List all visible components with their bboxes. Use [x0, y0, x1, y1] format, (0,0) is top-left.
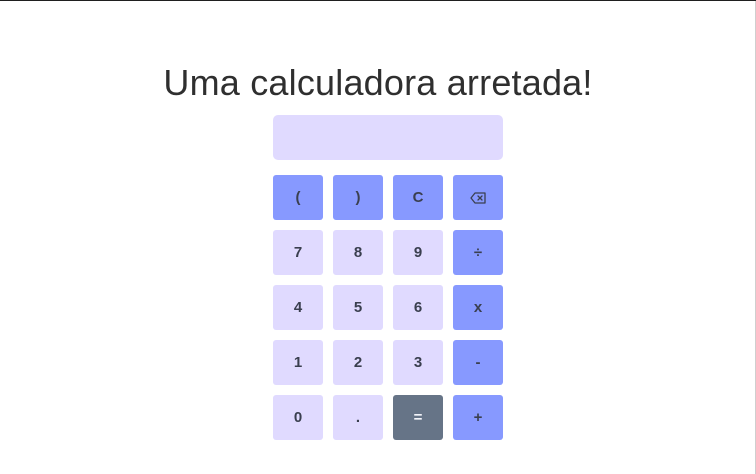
clear-button[interactable]: C [393, 175, 443, 220]
digit-7-button[interactable]: 7 [273, 230, 323, 275]
digit-8-button[interactable]: 8 [333, 230, 383, 275]
backspace-button[interactable] [453, 175, 503, 220]
digit-1-button[interactable]: 1 [273, 340, 323, 385]
page-title: Uma calculadora arretada! [163, 62, 593, 104]
digit-0-button[interactable]: 0 [273, 395, 323, 440]
digit-3-button[interactable]: 3 [393, 340, 443, 385]
digit-6-button[interactable]: 6 [393, 285, 443, 330]
minus-button[interactable]: - [453, 340, 503, 385]
open-parenthesis-button[interactable]: ( [273, 175, 323, 220]
divide-button[interactable]: ÷ [453, 230, 503, 275]
calculator-keypad: ( ) C 7 8 9 ÷ 4 5 6 x 1 2 3 - 0 . = + [273, 175, 503, 440]
digit-2-button[interactable]: 2 [333, 340, 383, 385]
digit-5-button[interactable]: 5 [333, 285, 383, 330]
calculator-display [273, 115, 503, 160]
equals-button[interactable]: = [393, 395, 443, 440]
multiply-button[interactable]: x [453, 285, 503, 330]
digit-4-button[interactable]: 4 [273, 285, 323, 330]
digit-9-button[interactable]: 9 [393, 230, 443, 275]
backspace-icon [470, 191, 486, 204]
decimal-point-button[interactable]: . [333, 395, 383, 440]
plus-button[interactable]: + [453, 395, 503, 440]
close-parenthesis-button[interactable]: ) [333, 175, 383, 220]
